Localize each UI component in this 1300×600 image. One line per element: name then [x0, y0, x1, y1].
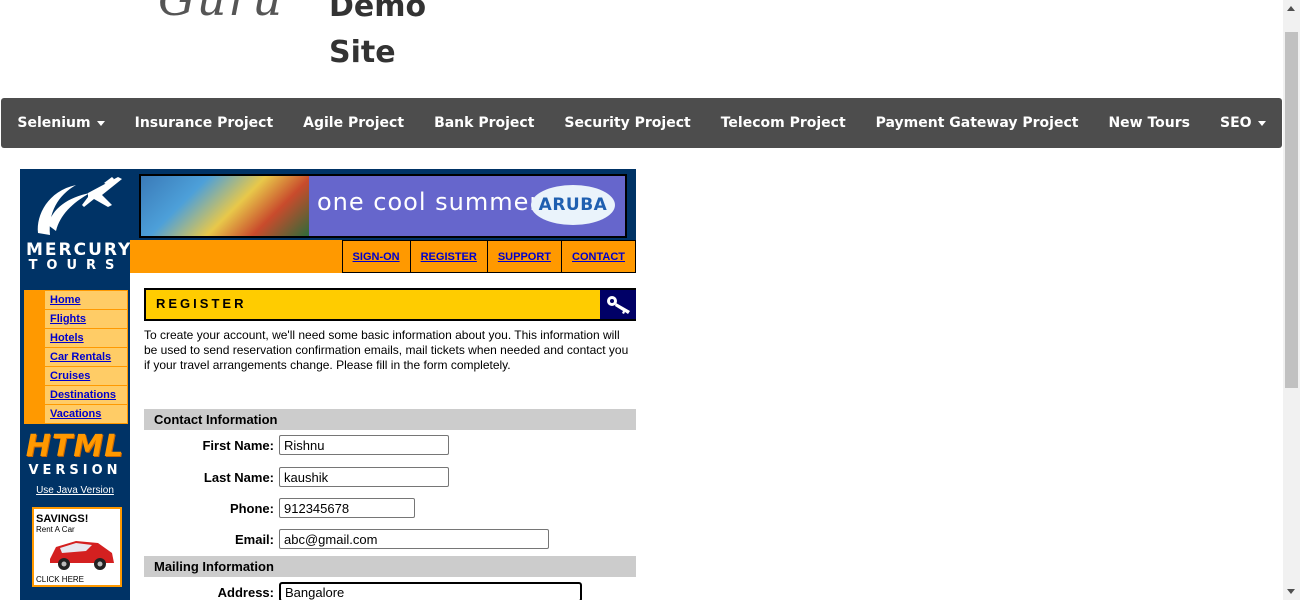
side-menu-link[interactable]: Destinations: [45, 386, 116, 404]
address-row: Address:: [144, 582, 636, 600]
address-label: Address:: [217, 585, 274, 600]
sign-on-link[interactable]: SIGN-ON: [341, 240, 411, 273]
site-logo-fragment[interactable]: Guru: [158, 0, 284, 26]
browser-page: Guru Demo Site Selenium Insurance Projec…: [0, 0, 1300, 600]
key-icon: [600, 290, 636, 319]
nav-item-insurance-project[interactable]: Insurance Project: [120, 115, 289, 131]
menu-bullet-icon: [25, 386, 45, 404]
nav-item-security-project[interactable]: Security Project: [549, 115, 705, 131]
site-title-line2: Site: [329, 35, 396, 70]
html-version-title: HTML: [25, 429, 125, 464]
support-link[interactable]: SUPPORT: [486, 240, 563, 273]
banner-area: one cool summer ARUBA: [130, 169, 636, 240]
email-input[interactable]: [279, 529, 549, 549]
nav-item-telecom-project[interactable]: Telecom Project: [706, 115, 861, 131]
aruba-logo: ARUBA: [531, 185, 615, 225]
nav-item-label: SEO: [1220, 115, 1252, 131]
top-links: SIGN-ON REGISTER SUPPORT CONTACT: [341, 240, 636, 273]
side-menu-link[interactable]: Hotels: [45, 329, 84, 347]
section-title: Mailing Information: [154, 559, 274, 574]
vertical-scrollbar[interactable]: [1283, 0, 1300, 600]
register-heading-bar: REGISTER: [144, 288, 636, 321]
html-version-badge: HTML VERSION: [24, 430, 126, 478]
register-intro-text: To create your account, we'll need some …: [144, 328, 629, 372]
nav-item-payment-gateway-project[interactable]: Payment Gateway Project: [861, 115, 1094, 131]
mercury-airplane-logo-icon[interactable]: [28, 175, 124, 239]
contact-link[interactable]: CONTACT: [561, 240, 636, 273]
side-menu-item-hotels[interactable]: Hotels: [25, 329, 127, 348]
site-title: Demo Site: [329, 0, 426, 76]
section-title: Contact Information: [154, 412, 278, 427]
menu-bullet-icon: [25, 310, 45, 328]
side-menu-link[interactable]: Car Rentals: [45, 348, 111, 366]
nav-item-agile-project[interactable]: Agile Project: [288, 115, 419, 131]
savings-click-here: CLICK HERE: [36, 575, 85, 584]
side-menu-item-destinations[interactable]: Destinations: [25, 386, 127, 405]
mercury-brand-line1: MERCURY: [26, 240, 133, 260]
banner-text: one cool summer: [317, 188, 541, 216]
main-navbar: Selenium Insurance Project Agile Project…: [1, 98, 1282, 148]
site-title-line1: Demo: [329, 0, 427, 24]
side-menu-link[interactable]: Cruises: [45, 367, 90, 385]
first-name-row: First Name:: [144, 435, 636, 457]
menu-bullet-icon: [25, 367, 45, 385]
mercury-brand-line2: TOURS: [28, 258, 124, 273]
last-name-row: Last Name:: [144, 467, 636, 489]
beach-photo-icon: [141, 176, 309, 236]
mercury-brand: MERCURY TOURS: [26, 240, 133, 273]
caret-down-icon: [1257, 120, 1266, 126]
register-heading: REGISTER: [156, 296, 247, 311]
scrollbar-thumb[interactable]: [1285, 32, 1298, 388]
menu-bullet-icon: [25, 348, 45, 366]
red-car-icon: [50, 541, 114, 570]
top-links-bar: SIGN-ON REGISTER SUPPORT CONTACT: [130, 240, 636, 273]
caret-down-icon: [96, 120, 105, 126]
aruba-banner-ad[interactable]: one cool summer ARUBA: [139, 174, 627, 238]
phone-label: Phone:: [229, 501, 274, 516]
side-menu: Home Flights Hotels Car Rentals Cruises …: [24, 290, 128, 424]
phone-row: Phone:: [144, 498, 636, 520]
mercury-main: one cool summer ARUBA SIGN-ON REGISTER S…: [130, 169, 636, 600]
html-version-subtitle: VERSION: [28, 463, 122, 478]
nav-item-seo[interactable]: SEO: [1205, 115, 1281, 131]
mailing-information-header: Mailing Information: [144, 556, 636, 577]
last-name-input[interactable]: [279, 467, 449, 487]
email-label: Email:: [234, 532, 274, 547]
menu-bullet-icon: [25, 329, 45, 347]
address-input[interactable]: [279, 582, 582, 600]
last-name-label: Last Name:: [203, 470, 274, 485]
first-name-label: First Name:: [202, 438, 274, 453]
side-menu-item-flights[interactable]: Flights: [25, 310, 127, 329]
contact-information-header: Contact Information: [144, 409, 636, 430]
phone-input[interactable]: [279, 498, 415, 518]
email-row: Email:: [144, 529, 636, 551]
side-menu-link[interactable]: Vacations: [45, 405, 101, 423]
side-menu-item-car-rentals[interactable]: Car Rentals: [25, 348, 127, 367]
side-menu-link[interactable]: Flights: [45, 310, 86, 328]
savings-title: SAVINGS!: [36, 513, 89, 525]
side-menu-item-vacations[interactable]: Vacations: [25, 405, 127, 423]
menu-bullet-icon: [25, 291, 45, 309]
side-menu-link[interactable]: Home: [45, 291, 81, 309]
side-menu-item-cruises[interactable]: Cruises: [25, 367, 127, 386]
mercury-tours-frame: MERCURY TOURS Home Flights Hotels Car Re…: [20, 169, 636, 600]
use-java-version-link[interactable]: Use Java Version: [20, 485, 130, 496]
menu-bullet-icon: [25, 405, 45, 423]
savings-rent-a-car-ad[interactable]: SAVINGS! Rent A Car CLICK HERE: [32, 507, 122, 587]
register-link[interactable]: REGISTER: [409, 240, 488, 273]
side-menu-item-home[interactable]: Home: [25, 291, 127, 310]
nav-item-new-tours[interactable]: New Tours: [1093, 115, 1205, 131]
scroll-down-arrow-icon[interactable]: [1287, 589, 1295, 594]
mercury-sidebar: MERCURY TOURS Home Flights Hotels Car Re…: [20, 169, 130, 600]
nav-item-bank-project[interactable]: Bank Project: [419, 115, 549, 131]
nav-item-selenium[interactable]: Selenium: [2, 115, 119, 131]
nav-item-label: Selenium: [17, 115, 91, 131]
scroll-up-arrow-icon[interactable]: [1287, 6, 1295, 11]
first-name-input[interactable]: [279, 435, 449, 455]
